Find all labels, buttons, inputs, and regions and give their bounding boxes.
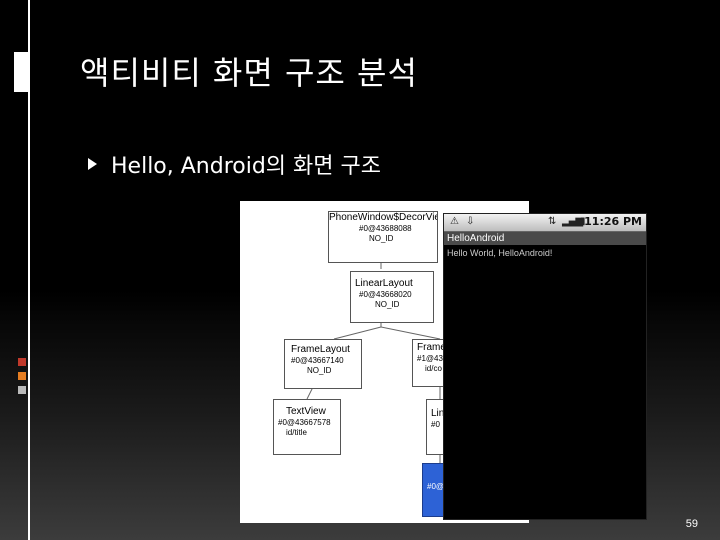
accent-square-orange	[18, 372, 26, 380]
frame-layout-node: FrameLayout #0@43667140 NO_ID	[284, 339, 362, 389]
hello-text: Hello World, HelloAndroid!	[447, 248, 553, 258]
title-marker	[14, 52, 28, 92]
textview-title-node: TextView #0@43667578 id/title	[273, 399, 341, 455]
node-address: #0@43667578	[278, 418, 331, 427]
page-number: 59	[685, 518, 698, 530]
node-name: TextView	[286, 406, 326, 417]
accent-square-red	[18, 358, 26, 366]
accent-square-gray	[18, 386, 26, 394]
node-name: LinearLayout	[355, 278, 413, 289]
bullet-item: Hello, Android의 화면 구조	[88, 148, 381, 180]
bullet-text: Hello, Android의 화면 구조	[111, 154, 381, 179]
node-id: id/title	[286, 427, 307, 437]
linear-layout-node: LinearLayout #0@43668020 NO_ID	[350, 271, 434, 323]
node-name: FrameLayout	[291, 344, 350, 355]
usb-icon: ⇩	[466, 216, 475, 227]
bullet-arrow-icon	[88, 158, 97, 170]
node-address: #0@43667140	[291, 356, 344, 365]
slide-title: 액티비티 화면 구조 분석	[80, 54, 418, 92]
node-id: NO_ID	[369, 233, 394, 243]
app-title-bar: HelloAndroid	[444, 231, 646, 245]
node-name: PhoneWindow$DecorView	[329, 212, 437, 223]
node-id: NO_ID	[307, 365, 332, 375]
warning-icon: ⚠	[450, 216, 459, 227]
android-emulator-screen: ⚠ ⇩ ⇅ ▂▄▆ ▮ 11:26 PM HelloAndroid Hello …	[443, 213, 647, 520]
decor-view-node: PhoneWindow$DecorView #0@43688088 NO_ID	[328, 211, 438, 263]
node-address: #0@43688088	[359, 224, 412, 233]
node-id: NO_ID	[375, 299, 400, 309]
status-bar: ⚠ ⇩ ⇅ ▂▄▆ ▮ 11:26 PM	[444, 214, 646, 231]
node-address: #0@43668020	[359, 290, 412, 299]
status-time: 11:26 PM	[584, 215, 642, 228]
network-icon: ⇅	[548, 216, 557, 227]
left-rule	[28, 0, 30, 540]
